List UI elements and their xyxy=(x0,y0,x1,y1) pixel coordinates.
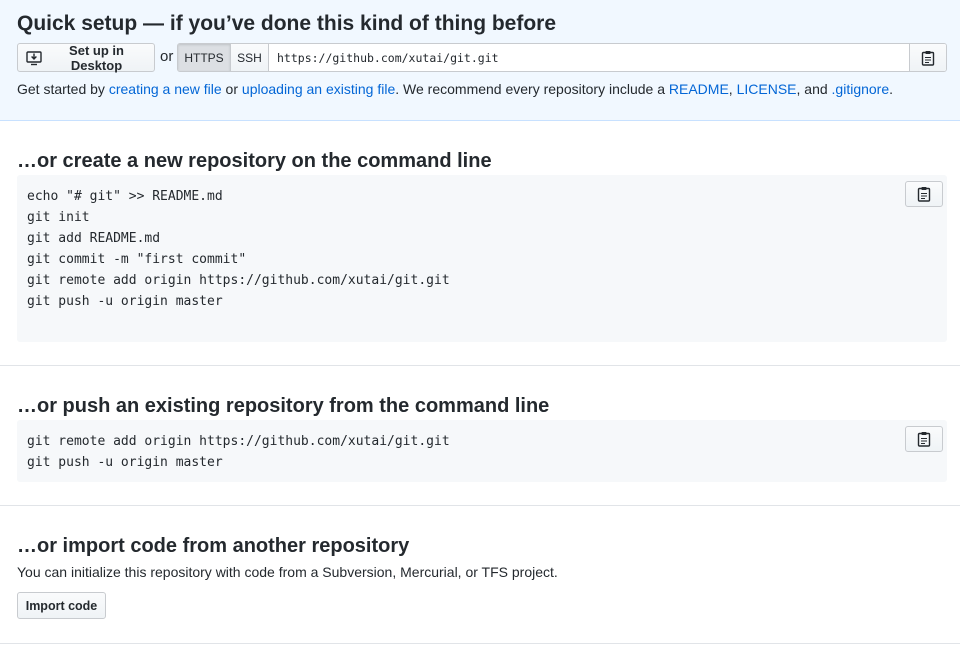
readme-link[interactable]: README xyxy=(669,81,729,97)
push-repo-code-block: git remote add origin https://github.com… xyxy=(17,420,947,482)
or-label: or xyxy=(160,48,174,65)
desktop-download-icon xyxy=(26,50,42,65)
license-link[interactable]: LICENSE xyxy=(737,81,797,97)
desc-text-4: , xyxy=(728,81,737,97)
create-repo-code-block: echo "# git" >> README.md git init git a… xyxy=(17,175,947,342)
copy-push-commands-button[interactable] xyxy=(905,426,943,452)
setup-in-desktop-label: Set up in Desktop xyxy=(69,42,124,73)
create-repo-commands: echo "# git" >> README.md git init git a… xyxy=(27,189,450,309)
clone-url-group: HTTPS SSH xyxy=(177,43,947,72)
section-divider xyxy=(0,643,960,644)
create-new-file-link[interactable]: creating a new file xyxy=(109,81,222,97)
section-divider xyxy=(0,505,960,506)
desc-text-3: . We recommend every repository include … xyxy=(395,81,669,97)
desc-text-5: , and xyxy=(796,81,832,97)
desc-text-2: or xyxy=(221,81,242,97)
import-code-description: You can initialize this repository with … xyxy=(17,564,558,580)
https-toggle[interactable]: HTTPS xyxy=(178,44,231,71)
copy-create-commands-button[interactable] xyxy=(905,181,943,207)
copy-url-button[interactable] xyxy=(909,44,946,71)
quick-setup-panel: Quick setup — if you’ve done this kind o… xyxy=(0,0,960,121)
setup-in-desktop-button[interactable]: Set up in Desktop xyxy=(17,42,155,73)
gitignore-link[interactable]: .gitignore xyxy=(832,81,890,97)
desc-text-1: Get started by xyxy=(17,81,109,97)
clipboard-icon xyxy=(917,187,931,202)
push-repo-title: …or push an existing repository from the… xyxy=(17,395,550,417)
quick-setup-description: Get started by creating a new file or up… xyxy=(17,80,893,98)
quick-setup-title: Quick setup — if you’ve done this kind o… xyxy=(17,12,557,35)
clipboard-icon xyxy=(921,50,935,66)
ssh-toggle[interactable]: SSH xyxy=(231,44,269,71)
clipboard-icon xyxy=(917,432,931,447)
upload-existing-file-link[interactable]: uploading an existing file xyxy=(242,81,395,97)
push-repo-commands: git remote add origin https://github.com… xyxy=(27,434,450,470)
clone-url-input[interactable] xyxy=(269,44,909,71)
import-code-title: …or import code from another repository xyxy=(17,535,410,557)
section-divider xyxy=(0,365,960,366)
import-code-button[interactable]: Import code xyxy=(17,592,106,619)
create-repo-title: …or create a new repository on the comma… xyxy=(17,150,492,172)
desc-text-6: . xyxy=(889,81,894,97)
